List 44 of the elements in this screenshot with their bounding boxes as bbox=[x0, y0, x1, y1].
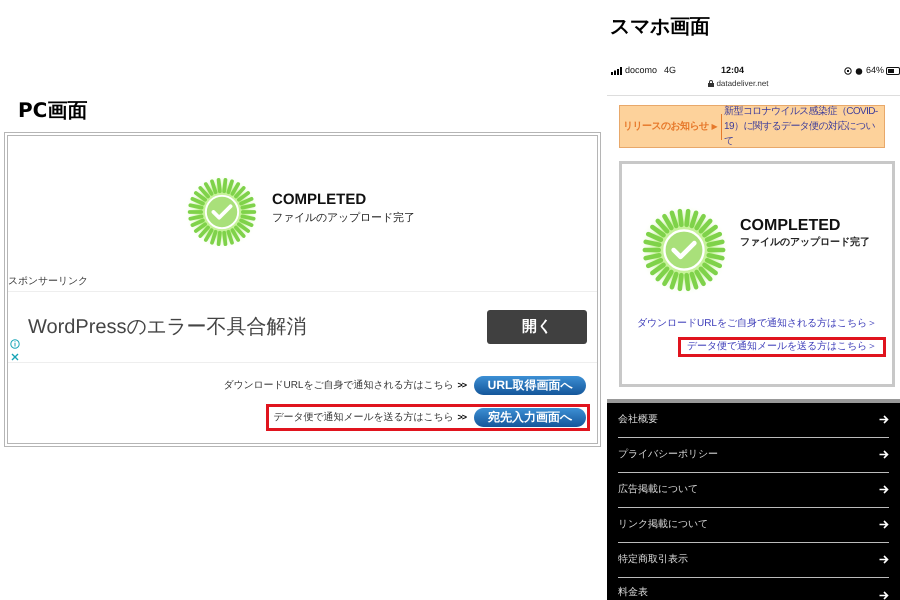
menu-item[interactable]: リンク掲載について bbox=[618, 517, 708, 532]
sponsor-label: スポンサーリンク bbox=[8, 276, 89, 289]
menu-item[interactable]: 料金表 bbox=[618, 584, 648, 600]
status-subtitle: ファイルのアップロード完了 bbox=[272, 210, 415, 226]
address-bar-url: datadeliver.net bbox=[716, 78, 769, 89]
signal-icon bbox=[611, 66, 623, 75]
carrier-name: docomo bbox=[625, 64, 658, 77]
status-title: COMPLETED bbox=[272, 190, 368, 210]
menu-item[interactable]: 会社概要 bbox=[618, 412, 658, 428]
battery-percent: 64% bbox=[866, 64, 884, 77]
open-button[interactable]: 開く bbox=[487, 310, 587, 344]
arrow-mark: >> bbox=[457, 378, 466, 392]
arrow-right-icon[interactable] bbox=[879, 485, 889, 494]
arrow-right-icon[interactable] bbox=[879, 415, 889, 424]
text-link[interactable]: データ便で通知メールを送る方はこちら＞ bbox=[678, 337, 886, 358]
close-icon[interactable] bbox=[10, 352, 20, 362]
info-icon[interactable] bbox=[10, 339, 20, 349]
status-title: COMPLETED bbox=[740, 216, 842, 236]
rotation-lock-icon bbox=[844, 66, 852, 75]
notice-label: リリースのお知らせ bbox=[623, 120, 708, 134]
menu-item[interactable]: 特定商取引表示 bbox=[618, 552, 688, 568]
arrow-right-icon[interactable] bbox=[879, 450, 889, 460]
menu-item[interactable]: プライバシーポリシー bbox=[618, 447, 718, 462]
menu-item[interactable]: 広告掲載について bbox=[618, 482, 698, 498]
nav-button[interactable]: 宛先入力画面へ bbox=[474, 408, 586, 427]
nav-button[interactable]: URL取得画面へ bbox=[474, 376, 586, 395]
action-description: データ便で通知メールを送る方はこちら bbox=[273, 410, 454, 425]
lock-icon bbox=[708, 80, 714, 88]
text-link[interactable]: ダウンロードURLをご自身で通知される方はこちら＞ bbox=[628, 314, 886, 334]
arrow-right-icon[interactable] bbox=[879, 590, 889, 600]
status-subtitle: ファイルのアップロード完了 bbox=[740, 236, 870, 250]
clock: 12:04 bbox=[721, 64, 744, 77]
arrow-right-icon[interactable] bbox=[879, 555, 889, 564]
network-type: 4G bbox=[664, 64, 676, 77]
ad-headline[interactable]: WordPressのエラー不具合解消 bbox=[28, 313, 307, 341]
battery-icon bbox=[886, 66, 900, 75]
action-description: ダウンロードURLをご自身で通知される方はこちら bbox=[223, 378, 454, 393]
alarm-icon bbox=[854, 66, 863, 75]
notice-marker: ▶ bbox=[712, 120, 718, 133]
section-heading: PC画面 bbox=[18, 97, 88, 124]
section-heading: スマホ画面 bbox=[610, 13, 711, 40]
arrow-mark: >> bbox=[457, 410, 466, 424]
notice-link[interactable]: 新型コロナウイルス感染症（COVID-19）に関するデータ便の対応について bbox=[724, 104, 882, 150]
arrow-right-icon[interactable] bbox=[879, 520, 889, 530]
